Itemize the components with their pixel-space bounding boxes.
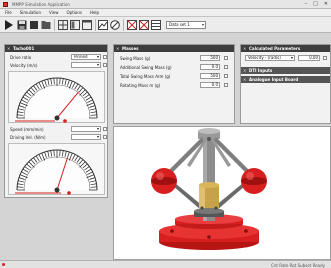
driving-vel-checkbox[interactable]	[103, 135, 107, 139]
layout-icon[interactable]	[70, 20, 80, 30]
swing-mass-checkbox[interactable]	[224, 56, 228, 60]
parameter-value: 0.00	[298, 55, 320, 61]
menu-file[interactable]: File	[5, 10, 12, 15]
calculated-panel: ✕ Calculated Parameters Velocity - (rad/…	[240, 44, 331, 124]
no-entry-icon[interactable]	[110, 20, 120, 30]
dataset-combo-value: Data set 1	[169, 22, 190, 27]
masses-panel-title: Masses	[122, 46, 139, 51]
tacho-panel-header: ✕ Tacho001	[5, 45, 107, 52]
masses-panel-header: ✕ Masses	[114, 45, 234, 52]
toolbar-separator	[123, 19, 124, 31]
close-icon[interactable]: ✕	[243, 45, 246, 52]
additional-swing-mass-label: Additional Swing Mass (g)	[120, 65, 172, 70]
drive-ratio-value: Pinned	[74, 54, 88, 59]
drive-ratio-checkbox[interactable]	[103, 55, 107, 59]
rotating-mass-checkbox[interactable]	[224, 83, 228, 87]
rotating-mass-label: Rotating Mass m (g)	[120, 83, 161, 88]
chart-icon[interactable]	[98, 20, 108, 30]
speed-select[interactable]	[71, 126, 101, 132]
app-icon	[3, 2, 8, 7]
swing-mass-input[interactable]: 500	[200, 55, 220, 61]
scope-alt-icon[interactable]	[139, 20, 149, 30]
close-icon[interactable]: ✕	[243, 67, 246, 74]
total-swing-mass-checkbox[interactable]	[224, 74, 228, 78]
model-viewport[interactable]	[113, 126, 331, 260]
stop-icon[interactable]	[29, 20, 39, 30]
window-titlebar: MMPP Simulation Application – □ ✕	[0, 0, 331, 9]
chevron-down-icon: ▾	[201, 22, 204, 27]
velocity-gauge-dial	[15, 77, 98, 123]
grid-icon[interactable]	[58, 20, 68, 30]
total-swing-mass-label: Total Swing Mass Arm (g)	[120, 74, 171, 79]
parameter-select[interactable]: Velocity - (rad/s)	[245, 55, 295, 61]
analogue-input-title: Analogue Input Board	[249, 77, 299, 82]
status-bar: Cnt Rate Rot Subset Ready	[0, 260, 331, 268]
tacho-panel-title: Tacho001	[13, 46, 35, 51]
table-icon[interactable]	[151, 20, 161, 30]
open-icon[interactable]	[41, 20, 51, 30]
close-icon[interactable]: ✕	[116, 45, 119, 52]
dti-inputs-title: DTI Inputs	[249, 68, 273, 73]
drive-ratio-select[interactable]: Pinned	[71, 54, 101, 60]
menu-help[interactable]: Help	[90, 10, 99, 15]
toolbar: Data set 1 ▾	[0, 17, 331, 33]
menu-bar: File Simulation View Options Help	[0, 9, 331, 17]
rotating-mass-input[interactable]: 0.0	[200, 82, 220, 88]
velocity-label: Velocity (m/s)	[10, 63, 38, 68]
calculated-panel-header: ✕ Calculated Parameters	[241, 45, 330, 52]
close-icon[interactable]: ✕	[243, 76, 246, 83]
status-indicator-icon	[2, 263, 5, 266]
masses-panel: ✕ Masses Swing Mass (g) 500 Additional S…	[113, 44, 235, 124]
menu-simulation[interactable]: Simulation	[20, 10, 41, 15]
parameter-select-value: Velocity - (rad/s)	[248, 55, 281, 60]
minimize-button[interactable]: –	[305, 1, 308, 7]
close-icon[interactable]: ✕	[7, 45, 10, 52]
dataset-combo[interactable]: Data set 1 ▾	[166, 21, 206, 29]
maximize-button[interactable]: □	[313, 1, 318, 7]
save-icon[interactable]	[17, 20, 27, 30]
toolbar-separator	[54, 19, 55, 31]
window-title: MMPP Simulation Application	[12, 2, 70, 7]
additional-swing-mass-input[interactable]: 0.0	[200, 64, 220, 70]
play-icon[interactable]	[4, 20, 14, 30]
tacho-panel: ✕ Tacho001 Drive ratio Pinned Velocity (…	[4, 44, 108, 198]
speed-gauge	[8, 143, 105, 195]
velocity-select[interactable]	[71, 62, 101, 68]
total-swing-mass-input[interactable]: 500	[200, 73, 220, 79]
governor-model	[151, 128, 267, 250]
parameter-checkbox[interactable]	[323, 56, 327, 60]
additional-swing-mass-checkbox[interactable]	[224, 65, 228, 69]
drive-ratio-label: Drive ratio	[10, 55, 32, 60]
speed-checkbox[interactable]	[103, 127, 107, 131]
swing-mass-label: Swing Mass (g)	[120, 56, 151, 61]
close-button[interactable]: ✕	[324, 1, 328, 7]
calculated-panel-title: Calculated Parameters	[249, 46, 301, 51]
dti-inputs-header[interactable]: ✕ DTI Inputs	[241, 67, 330, 74]
toolbar-separator	[95, 19, 96, 31]
menu-options[interactable]: Options	[67, 10, 82, 15]
speed-gauge-dial	[15, 149, 98, 195]
status-text: Cnt Rate Rot Subset Ready	[271, 263, 325, 268]
velocity-gauge	[8, 71, 105, 123]
speed-label: Speed (mm/min)	[10, 127, 44, 132]
driving-vel-label: Driving Vel. (N/m)	[10, 135, 46, 140]
menu-view[interactable]: View	[49, 10, 59, 15]
scope-icon[interactable]	[127, 20, 137, 30]
velocity-checkbox[interactable]	[103, 63, 107, 67]
window-icon[interactable]	[82, 20, 92, 30]
analogue-input-header[interactable]: ✕ Analogue Input Board	[241, 76, 330, 83]
window-controls: – □ ✕	[305, 1, 328, 7]
driving-vel-select[interactable]	[71, 134, 101, 140]
